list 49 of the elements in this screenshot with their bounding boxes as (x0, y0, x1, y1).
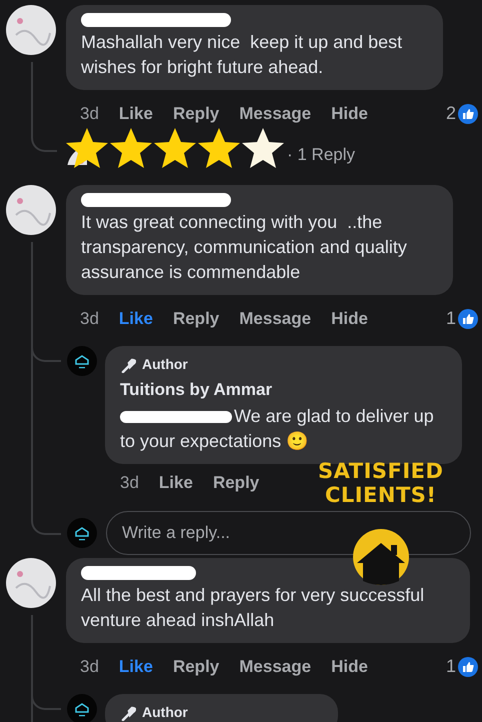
comment-text: We are glad to deliver up to your expectations 🙂 (120, 404, 435, 453)
action-link[interactable]: Hide (331, 654, 368, 680)
like-icon (458, 104, 478, 124)
house-icon (352, 529, 409, 585)
action-link[interactable]: Hide (331, 100, 368, 126)
avatar (6, 185, 56, 235)
logo-avatar (67, 518, 97, 548)
like-button[interactable]: Like (158, 470, 193, 495)
star-icon (153, 127, 197, 169)
like-icon (458, 308, 478, 328)
action-link[interactable]: Reply (172, 100, 220, 126)
sticker-text: SATISFIED (318, 459, 444, 483)
action-link[interactable]: Reply (172, 306, 220, 332)
star-icon (241, 127, 285, 169)
comment-text: Mashallah very nice keep it up and best wishes for bright future ahead. (81, 31, 404, 79)
sticker-text: CLIENTS! (324, 483, 436, 507)
action-link[interactable]: Reply (172, 654, 220, 680)
logo-avatar (67, 694, 97, 722)
timestamp: 3d (120, 472, 139, 494)
action-link[interactable]: Message (239, 100, 312, 126)
avatar (6, 5, 56, 55)
action-link[interactable]: Hide (331, 306, 368, 332)
action-link[interactable]: Message (239, 654, 312, 680)
star-icon (197, 127, 241, 169)
avatar (6, 558, 56, 608)
like-button[interactable]: Like (118, 100, 153, 126)
like-button[interactable]: Like (118, 306, 153, 332)
author-label: Author (142, 703, 188, 722)
action-link[interactable]: Reply (212, 470, 260, 495)
replies-link[interactable]: · 1 Reply (287, 142, 356, 168)
microphone-icon (120, 356, 136, 372)
timestamp: 3d (80, 656, 99, 678)
microphone-icon (120, 704, 136, 720)
reaction-count: 1 (446, 307, 456, 330)
timestamp: 3d (80, 102, 99, 125)
like-button[interactable]: Like (118, 654, 153, 680)
reaction-count: 2 (446, 102, 456, 125)
author-name: Tuitions by Ammar (120, 379, 274, 401)
comment-text: All the best and prayers for very successful venture ahead inshAllah (81, 584, 426, 632)
reaction-count: 1 (446, 655, 456, 678)
reply-input-field[interactable]: Write a reply... (106, 511, 471, 555)
timestamp: 3d (80, 308, 99, 330)
star-icon (65, 127, 109, 169)
comment-text: It was great connecting with you ..the transparency, communication and quality assurance is commendable (81, 211, 408, 284)
like-icon (458, 656, 478, 676)
star-icon (109, 127, 153, 169)
action-link[interactable]: Message (239, 306, 312, 332)
logo-avatar (67, 346, 97, 376)
author-label: Author (142, 355, 188, 374)
